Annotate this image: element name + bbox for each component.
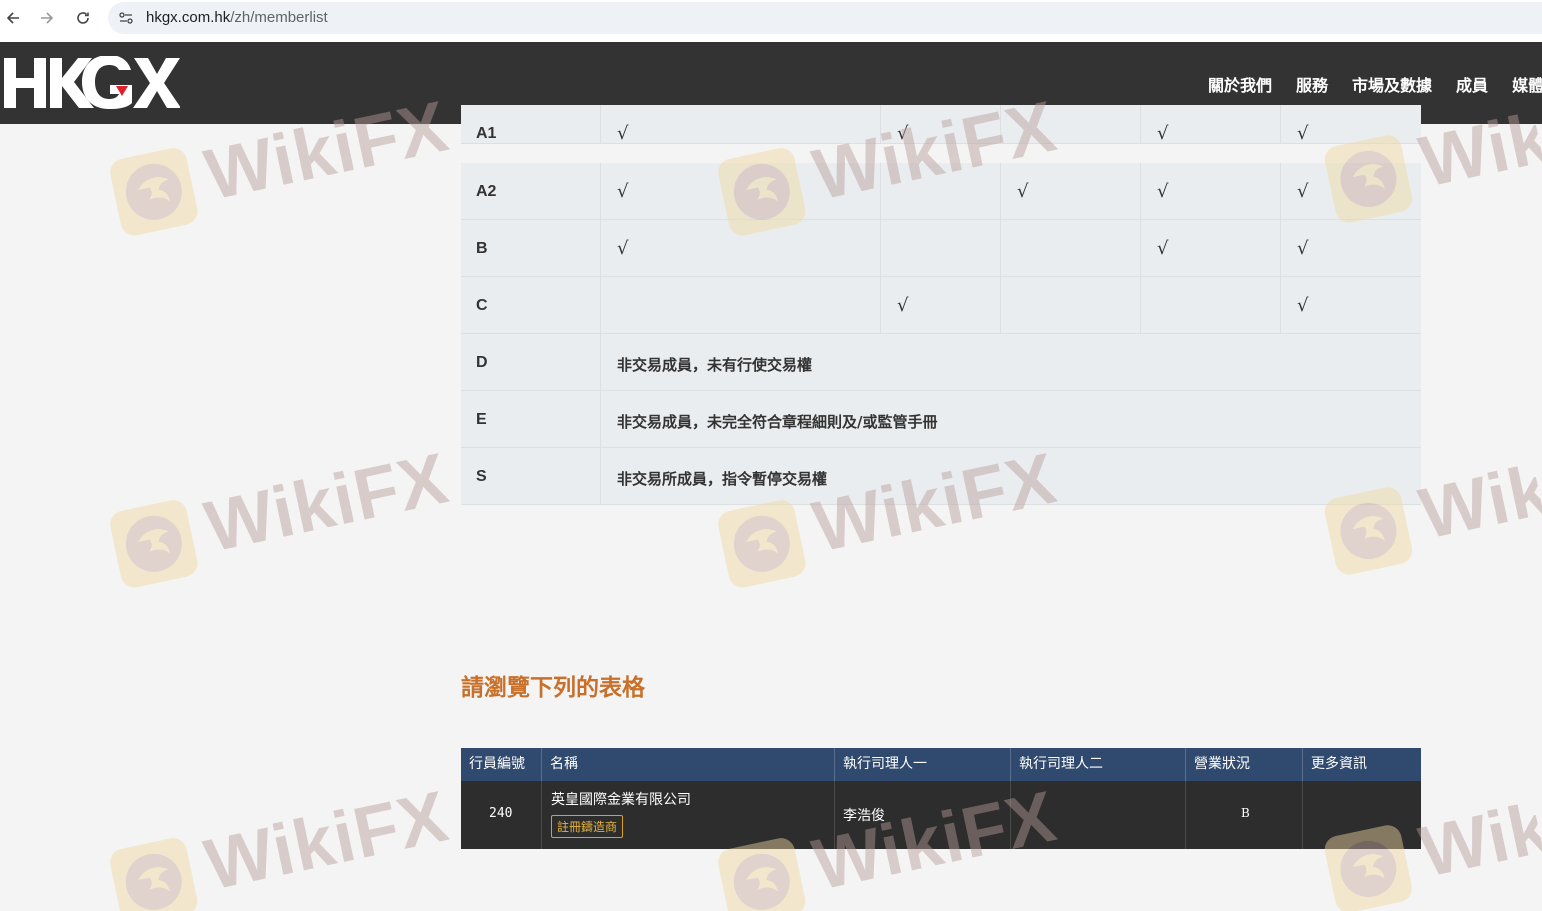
category-row: S 非交易所成員，指令暫停交易權 [461, 448, 1421, 505]
wikifx-watermark: WikiFX [102, 428, 457, 606]
check-mark-icon: √ [897, 123, 909, 144]
site-settings-icon[interactable] [118, 10, 134, 26]
watermark-text: WikiFX [198, 438, 456, 568]
category-code: C [476, 297, 488, 314]
nav-about[interactable]: 關於我們 [1208, 72, 1272, 96]
category-code: A1 [476, 125, 497, 142]
watermark-text: WikiFX [1413, 778, 1542, 893]
more-info-cell[interactable] [1303, 781, 1421, 849]
check-mark-icon: √ [1297, 238, 1309, 259]
column-header-name: 名稱 [542, 748, 835, 781]
address-bar[interactable]: hkgx.com.hk/zh/memberlist [108, 2, 1542, 34]
eagle-logo-icon [110, 838, 198, 911]
member-id: 240 [489, 806, 513, 821]
check-mark-icon: √ [1297, 295, 1309, 316]
url-host: hkgx.com.hk [146, 9, 231, 26]
watermark-text: WikiFX [1413, 440, 1542, 555]
member-name[interactable]: 英皇國際金業有限公司 [551, 789, 691, 809]
table-row: 240 英皇國際金業有限公司 註冊鑄造商 李浩俊 B [461, 781, 1421, 849]
main-nav: 關於我們 服務 市場及數據 成員 媒體 [1208, 72, 1542, 96]
check-mark-icon: √ [897, 295, 909, 316]
category-code: A2 [476, 183, 497, 200]
category-row: E 非交易成員，未完全符合章程細則及/或監管手冊 [461, 391, 1421, 448]
forward-icon[interactable] [36, 7, 58, 29]
category-code: E [476, 411, 487, 428]
hkgx-logo[interactable] [4, 56, 180, 110]
table-header-row: 行員編號 名稱 執行司理人一 執行司理人二 營業狀況 更多資訊 [461, 748, 1421, 781]
manager1-cell: 李浩俊 [835, 781, 1011, 849]
column-header-status: 營業狀況 [1186, 748, 1303, 781]
watermark-text: WikiFX [198, 776, 456, 906]
category-row: A1 √ √ √ √ [461, 105, 1421, 144]
manager2-cell [1011, 781, 1186, 849]
category-code: B [476, 240, 488, 257]
category-row: A2 √ √ √ √ [461, 163, 1421, 220]
check-mark-icon: √ [1297, 181, 1309, 202]
reload-icon[interactable] [72, 7, 94, 29]
nav-members[interactable]: 成員 [1456, 72, 1488, 96]
url-path: /zh/memberlist [230, 9, 328, 26]
check-mark-icon: √ [1017, 181, 1029, 202]
category-row: C √ √ [461, 277, 1421, 334]
category-description: 非交易成員，未有行使交易權 [617, 356, 813, 374]
category-code: S [476, 468, 487, 485]
column-header-manager2: 執行司理人二 [1011, 748, 1186, 781]
eagle-logo-icon [718, 500, 806, 588]
category-description: 非交易所成員，指令暫停交易權 [617, 470, 828, 488]
check-mark-icon: √ [617, 181, 629, 202]
column-header-manager1: 執行司理人一 [835, 748, 1011, 781]
check-mark-icon: √ [1157, 238, 1169, 259]
check-mark-icon: √ [1157, 123, 1169, 144]
nav-market-data[interactable]: 市場及數據 [1352, 72, 1432, 96]
url-text: hkgx.com.hk/zh/memberlist [146, 9, 328, 26]
eagle-logo-icon [110, 148, 198, 236]
column-header-id: 行員編號 [461, 748, 542, 781]
status-value: B [1241, 806, 1250, 820]
check-mark-icon: √ [1297, 123, 1309, 144]
manager1-name: 李浩俊 [843, 808, 885, 824]
column-header-more-info: 更多資訊 [1311, 756, 1367, 772]
member-name-cell: 英皇國際金業有限公司 註冊鑄造商 [542, 781, 835, 849]
back-icon[interactable] [2, 7, 24, 29]
category-description: 非交易成員，未完全符合章程細則及/或監管手冊 [617, 413, 938, 431]
section-heading: 請瀏覽下列的表格 [461, 675, 645, 701]
check-mark-icon: √ [617, 123, 629, 144]
browser-toolbar: hkgx.com.hk/zh/memberlist [0, 0, 1542, 42]
category-code: D [476, 354, 488, 371]
nav-services[interactable]: 服務 [1296, 72, 1328, 96]
wikifx-watermark: WikiFX [102, 766, 458, 911]
member-id-cell: 240 [461, 781, 542, 849]
category-row: D 非交易成員，未有行使交易權 [461, 334, 1421, 391]
eagle-logo-icon [110, 500, 198, 588]
check-mark-icon: √ [1157, 181, 1169, 202]
check-mark-icon: √ [617, 238, 629, 259]
status-cell: B [1186, 781, 1303, 849]
registered-refiner-badge: 註冊鑄造商 [551, 815, 624, 838]
nav-media[interactable]: 媒體 [1512, 72, 1542, 96]
category-row: B √ √ √ [461, 220, 1421, 277]
